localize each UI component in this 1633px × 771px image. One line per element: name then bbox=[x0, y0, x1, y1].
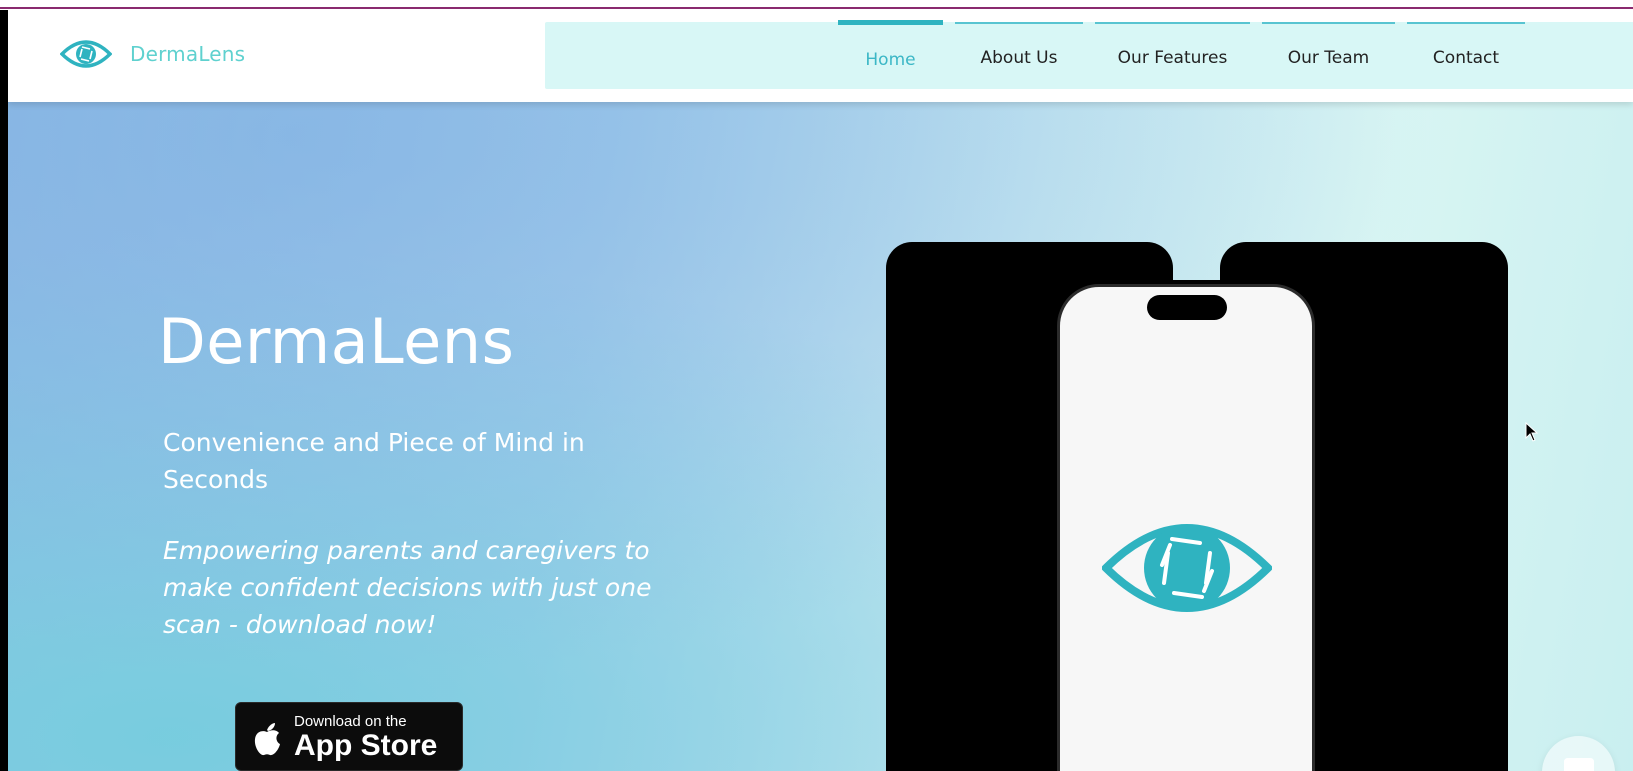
brand-name: DermaLens bbox=[130, 42, 246, 66]
phone-frame bbox=[1057, 284, 1315, 771]
browser-top-edge bbox=[0, 0, 1633, 10]
phone-dynamic-island bbox=[1147, 295, 1227, 320]
hero-subtitle: Convenience and Piece of Mind in Seconds bbox=[163, 428, 585, 494]
brand-logo[interactable]: DermaLens bbox=[60, 34, 245, 74]
website: DermaLens Home About Us Our Features Our… bbox=[8, 10, 1633, 771]
nav-our-team[interactable]: Our Team bbox=[1262, 22, 1395, 91]
hero-section: DermaLens Convenience and Piece of Mind … bbox=[8, 102, 1633, 771]
eye-aperture-icon bbox=[1100, 509, 1274, 631]
hero-tagline: Empowering parents and caregivers to mak… bbox=[163, 536, 652, 639]
hero-title: DermaLens bbox=[158, 305, 515, 378]
nav-home[interactable]: Home bbox=[838, 20, 943, 94]
apple-icon bbox=[252, 721, 282, 761]
app-store-big-text: App Store bbox=[294, 729, 438, 762]
app-store-texts: Download on the App Store bbox=[294, 713, 437, 761]
nav-contact[interactable]: Contact bbox=[1407, 22, 1525, 91]
app-store-download-button[interactable]: Download on the App Store bbox=[235, 702, 463, 771]
phone-mockup bbox=[886, 242, 1508, 771]
chat-bubble-icon bbox=[1562, 756, 1596, 771]
mouse-cursor-icon bbox=[1525, 421, 1539, 446]
site-header: DermaLens Home About Us Our Features Our… bbox=[8, 10, 1633, 102]
nav-about-us[interactable]: About Us bbox=[955, 22, 1083, 91]
nav-our-features[interactable]: Our Features bbox=[1095, 22, 1250, 91]
eye-aperture-icon bbox=[60, 36, 112, 72]
chat-button[interactable] bbox=[1542, 736, 1615, 771]
